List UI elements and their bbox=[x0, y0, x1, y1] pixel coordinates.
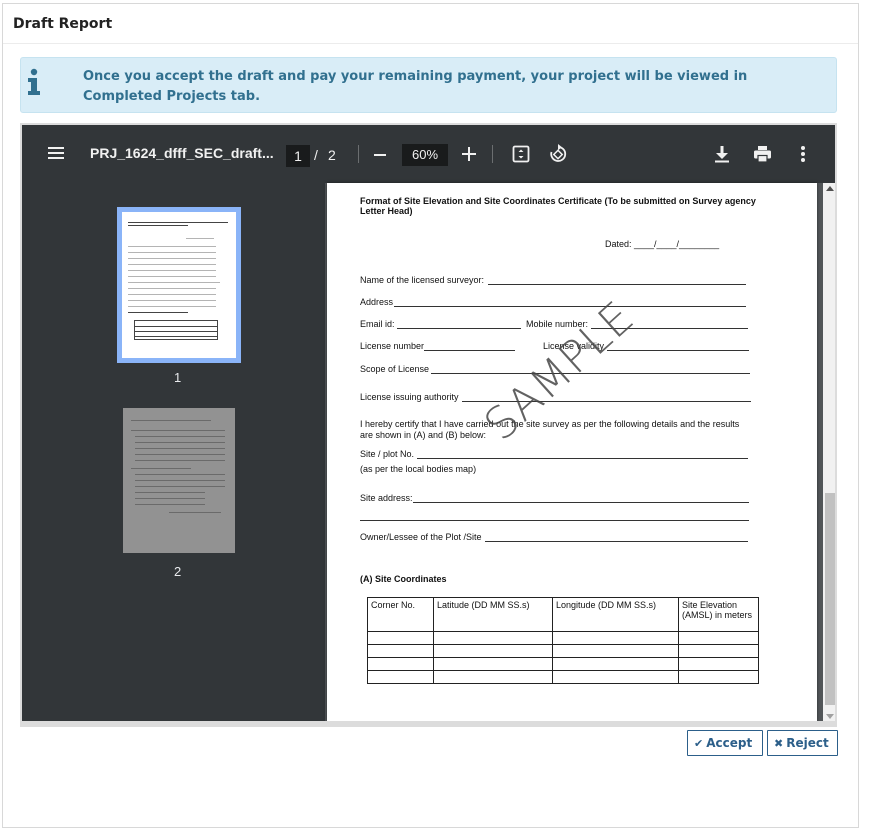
download-icon[interactable] bbox=[714, 145, 730, 163]
thumbnail-label: 1 bbox=[174, 370, 182, 385]
pdf-viewer: PRJ_1624_dfff_SEC_draft... 1 / 2 60% 1 2… bbox=[20, 123, 837, 727]
doc-certify-line1: I hereby certify that I have carried out… bbox=[360, 419, 740, 429]
table-header-row: Corner No. Latitude (DD MM SS.s) Longitu… bbox=[367, 597, 759, 632]
thumbnail-label: 2 bbox=[174, 564, 182, 579]
toolbar-divider bbox=[492, 145, 493, 163]
panel-divider bbox=[3, 43, 858, 44]
doc-field-license-number: License number bbox=[360, 341, 425, 351]
doc-certify-line2: are shown in (A) and (B) below: bbox=[360, 430, 487, 440]
thumbnail-sidebar: 1 2 bbox=[22, 183, 325, 721]
doc-field-site-address: Site address: bbox=[360, 493, 413, 503]
toolbar-divider bbox=[358, 145, 359, 163]
table-row bbox=[367, 657, 759, 671]
doc-title-line2: Letter Head) bbox=[360, 206, 413, 216]
accept-button[interactable]: ✔ Accept bbox=[687, 730, 763, 756]
page-number-input[interactable]: 1 bbox=[286, 145, 310, 167]
page-total: 2 bbox=[328, 147, 336, 163]
table-row bbox=[367, 670, 759, 684]
zoom-in-icon[interactable] bbox=[462, 147, 476, 161]
pdf-filename: PRJ_1624_dfff_SEC_draft... bbox=[90, 145, 274, 161]
pdf-scrollbar[interactable] bbox=[823, 183, 835, 721]
panel-title: Draft Report bbox=[13, 16, 113, 32]
doc-field-email: Email id: bbox=[360, 319, 395, 329]
info-icon bbox=[28, 68, 40, 95]
page-separator: / bbox=[314, 147, 318, 163]
pdf-toolbar: PRJ_1624_dfff_SEC_draft... 1 / 2 60% bbox=[22, 125, 835, 183]
table-header-cell: Corner No. bbox=[367, 597, 434, 632]
table-header-cell: Longitude (DD MM SS.s) bbox=[552, 597, 679, 632]
pdf-page: Format of Site Elevation and Site Coordi… bbox=[327, 183, 817, 721]
scroll-up-icon[interactable] bbox=[826, 186, 834, 191]
accept-label: Accept bbox=[706, 736, 753, 750]
doc-title-line1: Format of Site Elevation and Site Coordi… bbox=[360, 196, 756, 206]
close-icon: ✖ bbox=[774, 737, 784, 750]
doc-field-plot-note: (as per the local bodies map) bbox=[360, 464, 477, 474]
print-icon[interactable] bbox=[753, 145, 772, 163]
table-header-cell: Site Elevation (AMSL) in meters bbox=[678, 597, 759, 632]
doc-field-plot-no: Site / plot No. bbox=[360, 449, 415, 459]
doc-field-authority: License issuing authority bbox=[360, 392, 459, 402]
table-row bbox=[367, 644, 759, 658]
doc-field-surveyor: Name of the licensed surveyor: bbox=[360, 275, 485, 285]
doc-field-scope: Scope of License bbox=[360, 364, 430, 374]
doc-dated: Dated: ____/____/________ bbox=[605, 239, 720, 249]
zoom-out-icon[interactable] bbox=[374, 154, 386, 156]
check-icon: ✔ bbox=[694, 737, 704, 750]
reject-button[interactable]: ✖ Reject bbox=[767, 730, 838, 756]
table-header-cell: Latitude (DD MM SS.s) bbox=[433, 597, 553, 632]
scroll-down-icon[interactable] bbox=[826, 714, 834, 719]
more-options-icon[interactable] bbox=[800, 145, 806, 163]
doc-section-a: (A) Site Coordinates bbox=[360, 574, 447, 584]
page-thumbnail-2[interactable] bbox=[123, 408, 235, 553]
site-coordinates-table: Corner No. Latitude (DD MM SS.s) Longitu… bbox=[367, 597, 759, 684]
alert-message: Once you accept the draft and pay your r… bbox=[83, 69, 748, 104]
fit-page-icon[interactable] bbox=[512, 145, 530, 163]
zoom-level-input[interactable]: 60% bbox=[402, 144, 448, 166]
doc-field-address: Address bbox=[360, 297, 394, 307]
reject-label: Reject bbox=[786, 736, 829, 750]
pdf-page-area[interactable]: Format of Site Elevation and Site Coordi… bbox=[325, 183, 823, 721]
scrollbar-thumb[interactable] bbox=[825, 493, 835, 705]
page-thumbnail-1[interactable] bbox=[117, 207, 241, 363]
doc-field-owner: Owner/Lessee of the Plot /Site bbox=[360, 532, 482, 542]
table-row bbox=[367, 631, 759, 645]
rotate-icon[interactable] bbox=[548, 144, 568, 164]
info-alert: Once you accept the draft and pay your r… bbox=[20, 57, 837, 113]
menu-icon[interactable] bbox=[48, 147, 66, 161]
